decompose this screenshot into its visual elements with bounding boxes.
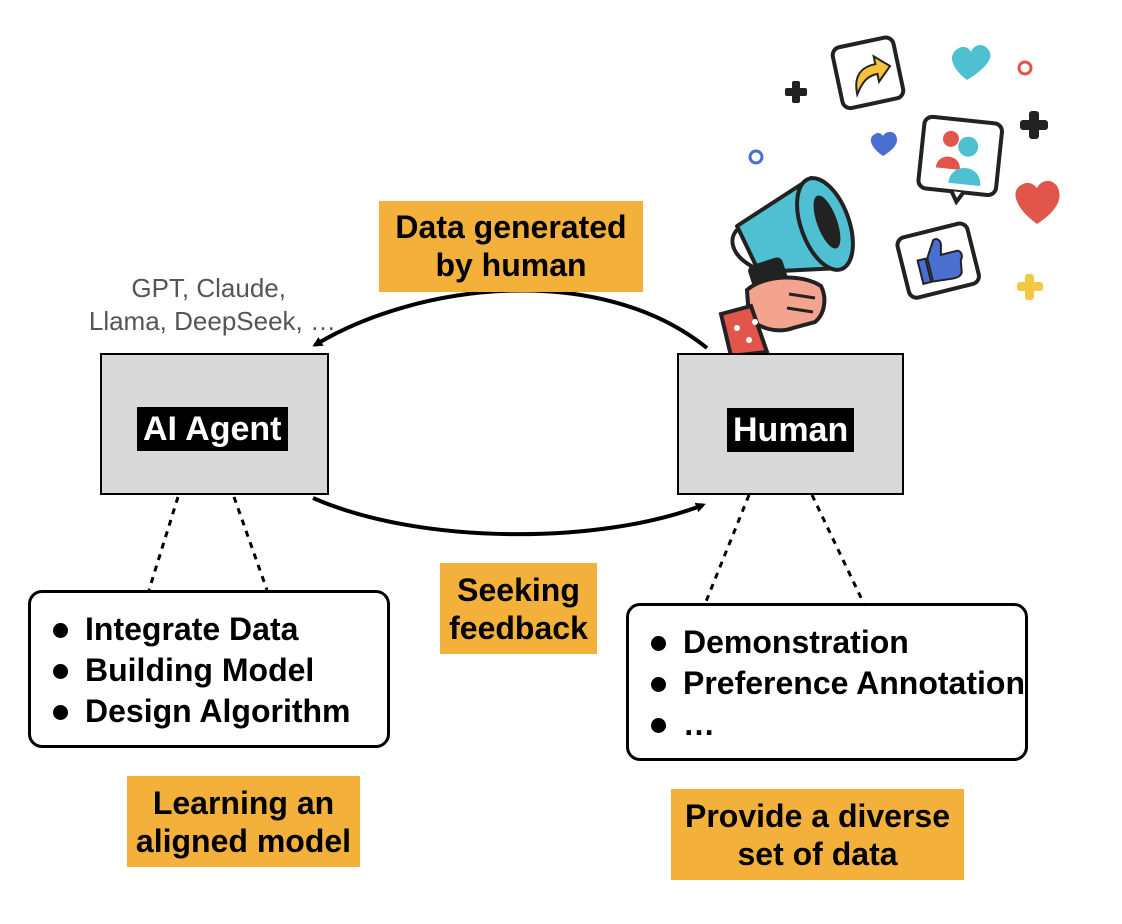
human-task-list: Demonstration Preference Annotation … xyxy=(629,622,1025,745)
arrow-label-top-line1: Data generated xyxy=(395,209,627,245)
list-item: Demonstration xyxy=(629,622,1025,663)
ai-agent-task-box: Integrate Data Building Model Design Alg… xyxy=(28,590,390,748)
ai-agent-label: AI Agent xyxy=(137,407,288,451)
heart-icon xyxy=(1015,180,1060,224)
arrow-label-bottom-line1: Seeking xyxy=(457,572,580,608)
list-item: Integrate Data xyxy=(31,609,387,650)
dotted-line-human-right xyxy=(810,494,866,605)
plus-icon xyxy=(1017,274,1043,300)
human-task-box: Demonstration Preference Annotation … xyxy=(626,603,1028,761)
people-icon xyxy=(916,114,1004,206)
arrow-human-to-agent xyxy=(312,288,709,350)
megaphone-illustration xyxy=(718,35,1060,358)
arrow-label-top-line2: by human xyxy=(435,247,587,283)
list-item: Building Model xyxy=(31,650,387,691)
share-icon xyxy=(830,35,906,111)
arrow-label-data-generated: Data generated by human xyxy=(379,201,643,292)
dotted-line-agent-right xyxy=(232,496,269,591)
list-item: Design Algorithm xyxy=(31,691,387,732)
human-label: Human xyxy=(727,408,855,452)
arrow-agent-to-human xyxy=(312,496,706,537)
ring-icon xyxy=(1017,60,1033,76)
hand-icon xyxy=(718,275,827,358)
plus-icon xyxy=(785,81,807,103)
dotted-line-human-left xyxy=(703,494,751,605)
arrow-label-bottom-line2: feedback xyxy=(449,610,588,646)
thumbs-up-icon xyxy=(895,221,981,300)
models-caption: GPT, Claude, Llama, DeepSeek, … xyxy=(60,272,336,338)
ai-agent-box: AI Agent xyxy=(100,353,329,495)
human-box: Human xyxy=(677,353,904,495)
human-goal-line2: set of data xyxy=(737,836,898,872)
models-caption-line2: Llama, DeepSeek, … xyxy=(88,306,336,336)
heart-icon xyxy=(952,45,991,80)
list-item: Preference Annotation xyxy=(629,663,1025,704)
dotted-line-agent-left xyxy=(147,496,180,591)
ai-agent-goal-line1: Learning an xyxy=(152,785,335,821)
models-caption-line1: GPT, Claude, xyxy=(131,273,286,303)
heart-icon xyxy=(870,131,898,156)
human-goal: Provide a diverse set of data xyxy=(671,789,964,880)
arrow-label-seeking-feedback: Seeking feedback xyxy=(440,563,597,654)
ai-agent-goal: Learning an aligned model xyxy=(127,776,360,867)
list-item: … xyxy=(629,704,1025,745)
ai-agent-task-list: Integrate Data Building Model Design Alg… xyxy=(31,609,387,732)
ring-icon xyxy=(748,149,764,165)
human-goal-line1: Provide a diverse xyxy=(684,798,951,834)
ai-agent-goal-line2: aligned model xyxy=(135,823,352,859)
plus-icon xyxy=(1020,111,1048,139)
